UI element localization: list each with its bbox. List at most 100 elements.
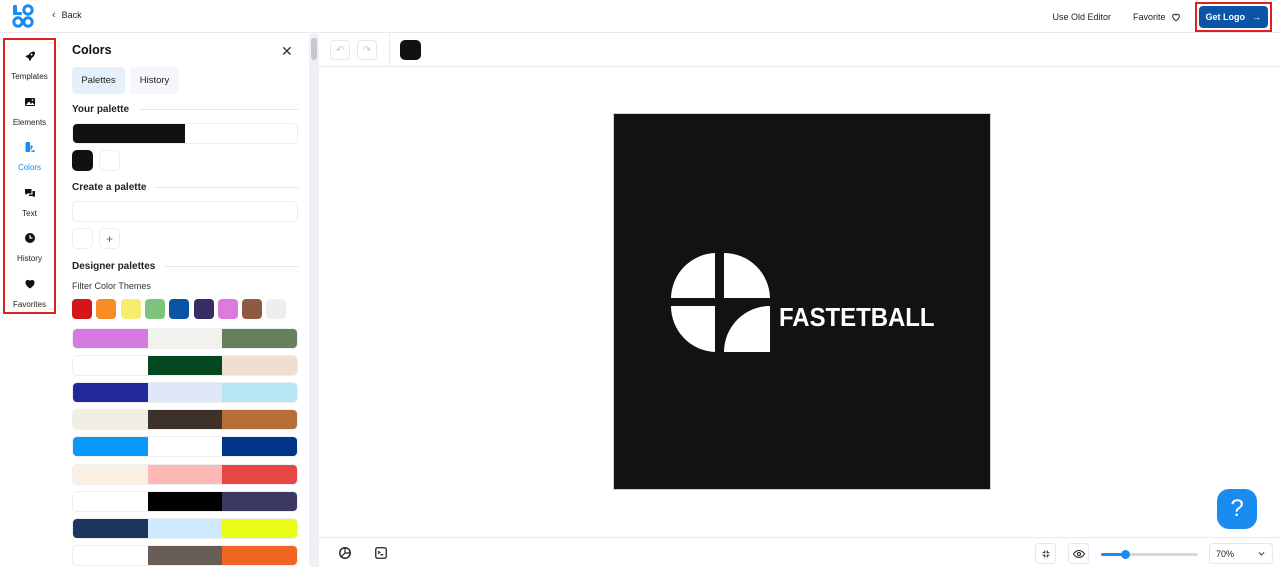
zoom-value: 70% xyxy=(1216,548,1235,559)
image-icon xyxy=(24,98,35,106)
heart-outline-icon xyxy=(1171,13,1180,21)
create-palette-swatch[interactable] xyxy=(72,228,93,249)
tab-palettes[interactable]: Palettes xyxy=(72,67,125,94)
color-palette-icon xyxy=(25,142,34,152)
sidebar-item-elements[interactable]: Elements xyxy=(5,96,54,130)
colors-panel: Colors ✕ Palettes History Your palette C… xyxy=(61,34,309,567)
zoom-slider[interactable] xyxy=(1101,550,1198,559)
question-icon: ? xyxy=(1230,495,1244,522)
palette-color xyxy=(73,545,148,565)
sidebar-item-label: Favorites xyxy=(13,300,46,309)
panel-scrollbar[interactable] xyxy=(309,34,319,567)
palette-color xyxy=(222,356,297,376)
palette-color xyxy=(222,464,297,484)
zoom-select[interactable]: 70% xyxy=(1209,543,1273,564)
preview-button[interactable] xyxy=(1068,543,1089,564)
palette-color xyxy=(73,356,148,376)
redo-button[interactable]: ↷ xyxy=(357,40,377,60)
designer-palette-row[interactable] xyxy=(72,490,298,512)
filter-color-swatch[interactable] xyxy=(120,299,141,319)
selected-color-swatch[interactable] xyxy=(400,40,421,60)
sidebar-item-history[interactable]: History xyxy=(5,232,54,266)
palette-color xyxy=(222,410,297,430)
canvas-area: FASTETBALL xyxy=(319,67,1280,537)
sidebar-item-favorites[interactable]: Favorites xyxy=(5,278,54,312)
your-palette-swatch-1[interactable] xyxy=(72,150,93,171)
help-button[interactable]: ? xyxy=(1217,489,1257,529)
your-palette-bar[interactable] xyxy=(72,123,298,144)
plus-icon: + xyxy=(105,231,113,246)
designer-palette-row[interactable] xyxy=(72,328,298,349)
sidebar-item-label: Elements xyxy=(12,118,47,127)
fit-screen-button[interactable] xyxy=(1035,543,1056,564)
terminal-icon[interactable] xyxy=(374,546,388,560)
palette-color xyxy=(222,437,297,457)
palette-color xyxy=(147,518,223,538)
designer-palette-row[interactable] xyxy=(72,436,298,458)
filter-color-swatch[interactable] xyxy=(217,299,238,319)
panel-scrollbar-thumb[interactable] xyxy=(311,38,317,60)
brand-name-text[interactable]: FASTETBALL xyxy=(779,302,934,333)
designer-palette-row[interactable] xyxy=(72,409,298,431)
get-logo-highlight: Get Logo → xyxy=(1194,1,1272,32)
palette-color xyxy=(222,518,297,538)
zoom-slider-knob[interactable] xyxy=(1121,550,1131,559)
palette-color xyxy=(147,410,223,430)
palette-color xyxy=(222,491,297,511)
filter-color-swatch[interactable] xyxy=(193,299,214,319)
palette-color xyxy=(147,464,223,484)
add-color-button[interactable]: + xyxy=(99,228,120,249)
designer-palette-row[interactable] xyxy=(72,544,298,566)
bottom-bar: 70% xyxy=(319,537,1280,567)
close-icon[interactable]: ✕ xyxy=(281,43,293,60)
sidebar-item-templates[interactable]: Templates xyxy=(5,50,54,84)
use-old-editor-link[interactable]: Use Old Editor xyxy=(1052,12,1111,22)
undo-button[interactable]: ↶ xyxy=(330,40,350,60)
logo-icon[interactable] xyxy=(12,4,34,28)
aperture-icon[interactable] xyxy=(338,546,352,560)
filter-color-swatch[interactable] xyxy=(242,299,263,319)
palette-color xyxy=(147,356,223,376)
favorite-button[interactable]: Favorite xyxy=(1133,12,1181,22)
sidebar-item-label: History xyxy=(17,254,42,263)
palette-color xyxy=(222,329,297,348)
filter-color-swatch[interactable] xyxy=(72,299,92,319)
back-label: Back xyxy=(61,10,82,20)
filter-color-swatch[interactable] xyxy=(169,299,190,319)
sidebar-item-text[interactable]: Text xyxy=(5,187,54,221)
palette-color xyxy=(73,329,148,348)
get-logo-button[interactable]: Get Logo → xyxy=(1198,5,1268,28)
palette-color xyxy=(147,545,223,565)
chat-bubbles-icon xyxy=(24,189,35,198)
clock-icon xyxy=(24,233,35,243)
rocket-icon xyxy=(25,51,35,61)
filter-color-swatch[interactable] xyxy=(266,299,287,319)
section-title: Your palette xyxy=(72,104,130,115)
chevron-down-icon xyxy=(1258,552,1265,556)
filter-color-swatch[interactable] xyxy=(144,299,165,319)
designer-palette-row[interactable] xyxy=(72,463,298,485)
palette-color xyxy=(73,491,148,511)
section-title: Create a palette xyxy=(72,182,147,193)
palette-color xyxy=(222,383,297,403)
designer-palettes-heading: Designer palettes xyxy=(72,261,298,272)
create-palette-heading: Create a palette xyxy=(72,182,298,193)
logo-artboard[interactable]: FASTETBALL xyxy=(613,113,991,490)
palette-color xyxy=(73,518,148,538)
sidebar-item-colors[interactable]: Colors xyxy=(5,141,54,175)
tab-history[interactable]: History xyxy=(130,67,179,94)
designer-palette-row[interactable] xyxy=(72,382,298,404)
palette-color xyxy=(73,437,148,457)
designer-palette-row[interactable] xyxy=(72,517,298,539)
sidebar-rail: Templates Elements Colors Text History F… xyxy=(3,38,56,314)
palette-color xyxy=(73,410,148,430)
filter-color-swatch[interactable] xyxy=(96,299,117,319)
your-palette-heading: Your palette xyxy=(72,104,298,115)
your-palette-swatch-2[interactable] xyxy=(99,150,120,171)
create-palette-bar[interactable] xyxy=(72,201,298,222)
palette-color xyxy=(147,491,223,511)
top-actions: Use Old Editor Favorite Get Logo → xyxy=(1052,0,1280,33)
back-button[interactable]: ‹ Back xyxy=(52,9,82,21)
designer-palette-row[interactable] xyxy=(72,355,298,377)
arrow-right-icon: → xyxy=(1252,11,1261,22)
